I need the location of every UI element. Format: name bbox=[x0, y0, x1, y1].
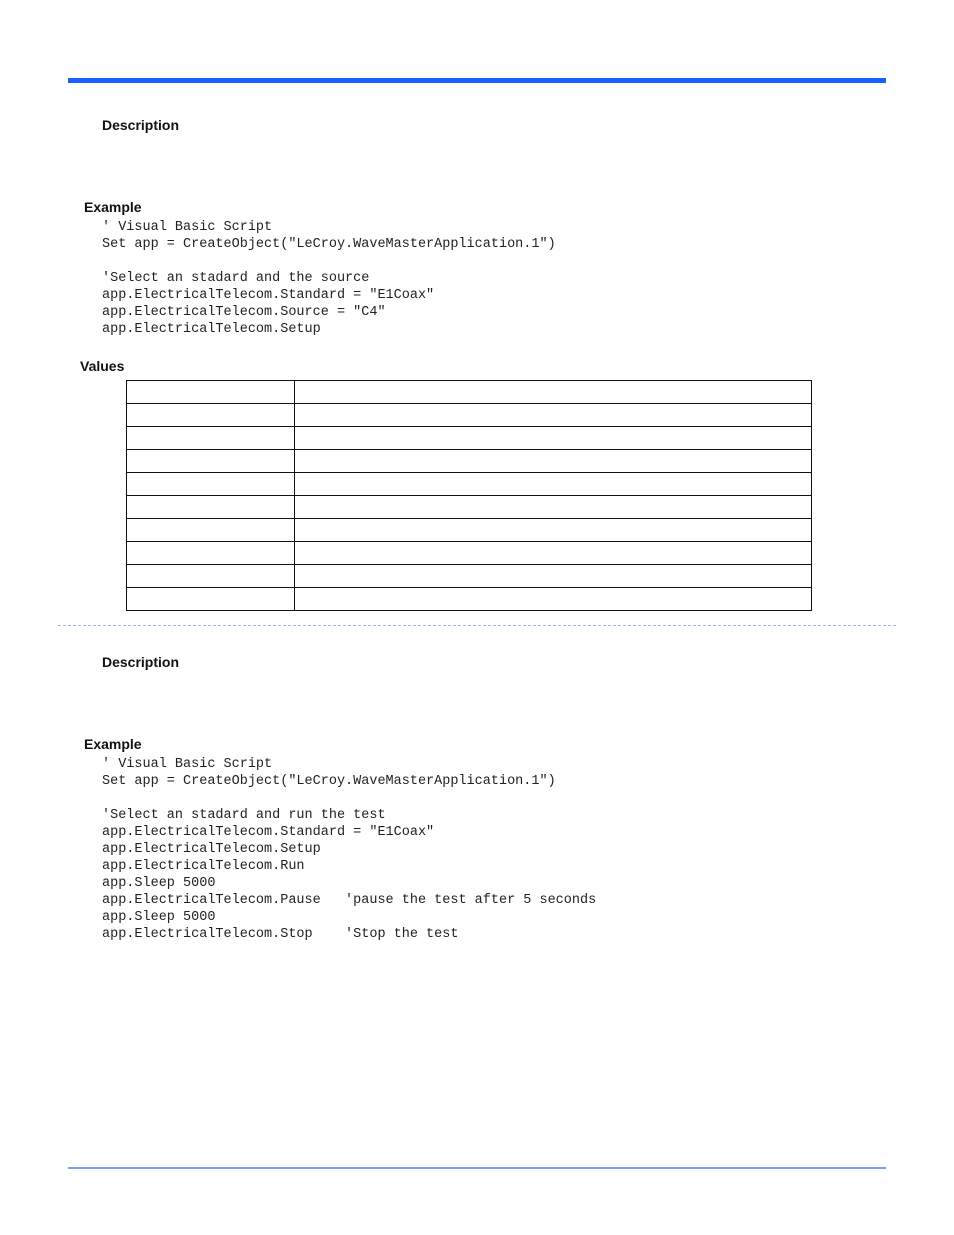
cell bbox=[127, 381, 295, 404]
heading-description-1: Description bbox=[102, 117, 886, 133]
cell bbox=[295, 381, 812, 404]
cell bbox=[295, 542, 812, 565]
cell bbox=[295, 473, 812, 496]
values-table bbox=[126, 380, 812, 611]
bottom-rule bbox=[68, 1167, 886, 1169]
table-row bbox=[127, 404, 812, 427]
table-row bbox=[127, 473, 812, 496]
cell bbox=[295, 519, 812, 542]
table-row bbox=[127, 565, 812, 588]
cell bbox=[127, 519, 295, 542]
cell bbox=[127, 542, 295, 565]
cell bbox=[295, 496, 812, 519]
cell bbox=[127, 450, 295, 473]
heading-example-1: Example bbox=[84, 199, 886, 215]
table-row bbox=[127, 542, 812, 565]
cell bbox=[127, 588, 295, 611]
cell bbox=[127, 427, 295, 450]
cell bbox=[295, 588, 812, 611]
cell bbox=[127, 565, 295, 588]
table-row bbox=[127, 519, 812, 542]
heading-values: Values bbox=[80, 358, 886, 374]
cell bbox=[295, 427, 812, 450]
cell bbox=[127, 404, 295, 427]
cell bbox=[295, 450, 812, 473]
table-row bbox=[127, 381, 812, 404]
page: Description Example ' Visual Basic Scrip… bbox=[0, 0, 954, 1235]
cell bbox=[127, 473, 295, 496]
values-table-body bbox=[127, 381, 812, 611]
table-row bbox=[127, 450, 812, 473]
code-block-2: ' Visual Basic Script Set app = CreateOb… bbox=[102, 756, 886, 943]
top-rule bbox=[68, 78, 886, 83]
table-row bbox=[127, 588, 812, 611]
heading-example-2: Example bbox=[84, 736, 886, 752]
section-1: Description Example ' Visual Basic Scrip… bbox=[68, 117, 886, 611]
cell bbox=[127, 496, 295, 519]
code-block-1: ' Visual Basic Script Set app = CreateOb… bbox=[102, 219, 886, 338]
section-2: Description Example ' Visual Basic Scrip… bbox=[68, 654, 886, 943]
cell bbox=[295, 565, 812, 588]
section-separator bbox=[58, 625, 896, 626]
table-row bbox=[127, 427, 812, 450]
heading-description-2: Description bbox=[102, 654, 886, 670]
cell bbox=[295, 404, 812, 427]
table-row bbox=[127, 496, 812, 519]
